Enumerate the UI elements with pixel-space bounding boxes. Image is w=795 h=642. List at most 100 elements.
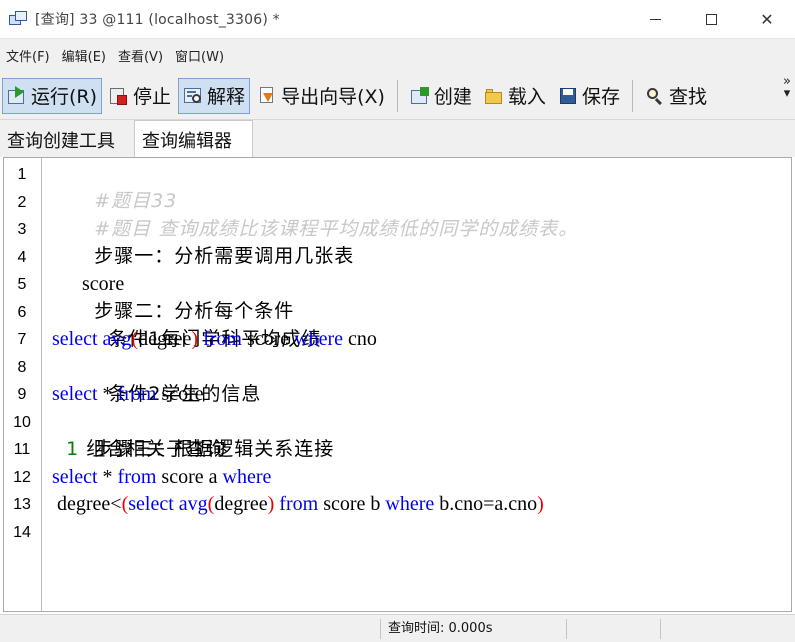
status-divider <box>380 619 381 639</box>
minimize-icon <box>649 18 661 20</box>
explain-label: 解释 <box>207 86 246 108</box>
keyword: avg <box>102 328 132 350</box>
line-number: 4 <box>17 248 27 266</box>
code-line: 步骤三：根据逻辑关系连接 <box>52 409 334 460</box>
menu-file[interactable]: 文件(F) <box>4 44 52 67</box>
toolbar-separator <box>396 79 398 112</box>
code-line: select * from score a where <box>52 464 271 491</box>
explain-button[interactable]: 解释 <box>178 77 251 114</box>
window-title: [查询] 33 @111 (localhost_3306) * <box>35 12 280 28</box>
load-button[interactable]: 载入 <box>479 78 551 114</box>
window-controls: ✕ <box>627 0 795 38</box>
keyword: from <box>117 465 157 488</box>
app-icon <box>9 11 27 27</box>
line-number: 5 <box>17 276 27 293</box>
line-number: 13 <box>13 496 31 513</box>
keyword: select <box>52 465 98 488</box>
run-label: 运行(R) <box>31 86 98 108</box>
identifier: degree <box>214 493 268 515</box>
maximize-button[interactable] <box>683 0 739 38</box>
tab-query-builder[interactable]: 查询创建工具 <box>0 123 122 157</box>
status-divider <box>566 619 567 639</box>
code-line: #题目 查询成绩比该课程平均成绩低的同学的成绩表。 <box>52 189 578 240</box>
line-number: 1 <box>17 166 27 183</box>
query-time-status: 查询时间: 0.000s <box>388 621 493 636</box>
paren: ) <box>537 493 544 515</box>
keyword: select <box>52 328 98 350</box>
status-bar: 查询时间: 0.000s <box>0 614 795 642</box>
identifier: degree< <box>52 493 122 515</box>
keyword: from <box>198 328 247 350</box>
identifier: b.cno=a.cno <box>434 493 538 515</box>
identifier: degree <box>138 328 192 350</box>
create-label: 创建 <box>433 86 472 108</box>
keyword: where <box>385 493 435 515</box>
minimize-button[interactable] <box>627 0 683 38</box>
menu-edit[interactable]: 编辑(E) <box>60 44 108 67</box>
code-line: degree<(select avg(degree) from score b … <box>52 491 544 518</box>
keyword: select <box>52 383 98 405</box>
toolbar: 运行(R) 停止 解释 导出向导(X) 创建 载入 保存 查找 » ▾ <box>0 72 795 120</box>
create-button[interactable]: 创建 <box>405 78 477 114</box>
code-line: 条件2学生的信息 <box>52 354 261 405</box>
stop-button[interactable]: 停止 <box>104 78 176 114</box>
export-icon <box>257 86 277 106</box>
load-label: 载入 <box>507 86 546 108</box>
identifier: cno <box>343 328 377 350</box>
number: 1 <box>52 438 80 460</box>
save-icon <box>558 86 578 106</box>
tab-query-editor[interactable]: 查询编辑器 <box>134 120 253 158</box>
run-icon <box>7 85 27 106</box>
identifier: score <box>246 328 295 350</box>
find-icon <box>645 86 665 106</box>
line-number: 14 <box>13 523 31 541</box>
keyword: where <box>294 328 344 350</box>
line-number: 12 <box>13 468 31 486</box>
line-number-gutter: 1 2 3 4 5 6 7 8 9 10 11 12 13 14 <box>4 158 42 611</box>
identifier: * <box>97 465 118 488</box>
sql-editor[interactable]: 1 2 3 4 5 6 7 8 9 10 11 12 13 14 #题目33 #… <box>3 157 792 612</box>
code-line: 步骤二：分析每个条件 <box>52 271 294 322</box>
tab-strip: 查询创建工具 查询编辑器 <box>0 120 795 158</box>
export-wizard-button[interactable]: 导出向导(X) <box>252 78 390 114</box>
menu-window[interactable]: 窗口(W) <box>173 44 226 67</box>
code-text: 步骤一：分析需要调用几张表 <box>94 245 355 267</box>
line-number: 10 <box>13 413 31 431</box>
line-number: 8 <box>17 358 27 376</box>
code-line: #题目33 <box>52 161 177 212</box>
identifier: * <box>97 383 118 405</box>
run-button[interactable]: 运行(R) <box>2 77 103 114</box>
folder-open-icon <box>484 86 504 106</box>
code-line: 1 组合相关子查询 <box>52 436 226 463</box>
code-line: 条件1每门学科平均成绩 <box>52 299 321 350</box>
close-icon: ✕ <box>760 9 774 29</box>
line-number: 7 <box>17 331 27 348</box>
explain-icon <box>183 86 203 106</box>
code-text: 组合相关子查询 <box>79 438 227 460</box>
toolbar-overflow-button[interactable]: » ▾ <box>783 75 791 101</box>
code-line: score <box>52 244 124 295</box>
code-line: 步骤一：分析需要调用几张表 <box>52 216 354 267</box>
keyword: from <box>274 493 324 515</box>
find-label: 查找 <box>668 86 707 108</box>
line-number: 2 <box>17 193 27 211</box>
close-button[interactable]: ✕ <box>739 0 795 38</box>
export-label: 导出向导(X) <box>281 86 385 108</box>
keyword: from <box>117 383 157 405</box>
menu-view[interactable]: 查看(V) <box>116 44 165 67</box>
line-number: 3 <box>17 221 27 238</box>
toolbar-separator <box>631 79 633 112</box>
code-area[interactable]: #题目33 #题目 查询成绩比该课程平均成绩低的同学的成绩表。 步骤一：分析需要… <box>52 158 787 611</box>
code-line: select avg(degree) from score where cno <box>52 326 377 353</box>
menu-bar: 文件(F) 编辑(E) 查看(V) 窗口(W) <box>0 38 795 72</box>
line-number: 6 <box>17 303 27 321</box>
keyword: where <box>222 465 272 488</box>
find-button[interactable]: 查找 <box>640 78 712 114</box>
line-number: 11 <box>13 441 31 458</box>
stop-icon <box>109 86 129 106</box>
save-button[interactable]: 保存 <box>553 78 625 114</box>
save-label: 保存 <box>581 86 620 108</box>
identifier: score a <box>156 465 223 488</box>
chevron-down-icon: ▾ <box>783 86 791 101</box>
keyword: select avg <box>128 493 208 515</box>
